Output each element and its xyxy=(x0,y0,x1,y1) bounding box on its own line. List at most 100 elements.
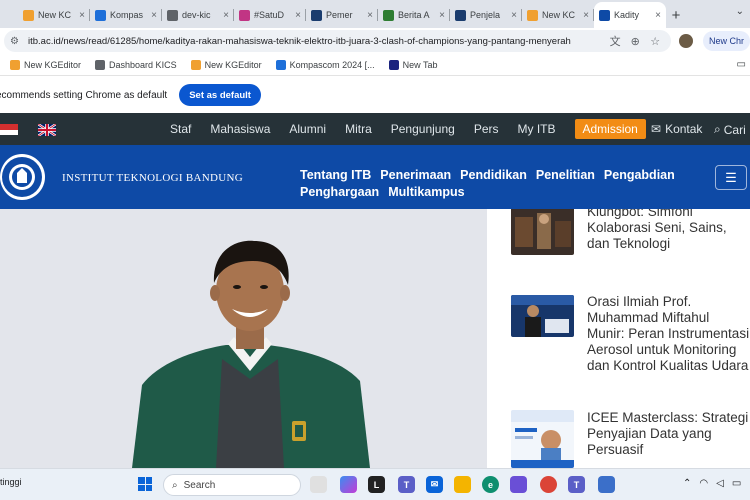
mail-icon[interactable]: ✉ xyxy=(426,476,443,493)
close-tab-icon[interactable]: × xyxy=(655,10,661,21)
utility-nav-item[interactable]: My ITB xyxy=(518,122,556,136)
article-title[interactable]: Orasi Ilmiah Prof. Muhammad Miftahul Mun… xyxy=(587,294,750,374)
taskbar-search[interactable]: ⌕ Search xyxy=(163,474,301,496)
lexicon-app-icon[interactable]: L xyxy=(368,476,385,493)
close-tab-icon[interactable]: × xyxy=(223,10,229,21)
teams-icon[interactable]: T xyxy=(568,476,585,493)
main-nav-item[interactable]: Multikampus xyxy=(388,184,464,201)
chrome-icon[interactable] xyxy=(540,476,557,493)
edge-icon[interactable]: e xyxy=(482,476,499,493)
close-tab-icon[interactable]: × xyxy=(79,10,85,21)
admission-button[interactable]: Admission xyxy=(574,119,646,139)
tab-search-icon[interactable]: ⌄ xyxy=(736,6,744,17)
task-view-icon[interactable] xyxy=(310,476,327,493)
indonesia-flag-icon[interactable] xyxy=(0,124,18,135)
bookmark-star-icon[interactable]: ☆ xyxy=(645,35,665,48)
article-thumbnail[interactable] xyxy=(511,209,574,255)
close-tab-icon[interactable]: × xyxy=(151,10,157,21)
utility-nav-item[interactable]: Alumni xyxy=(289,122,326,136)
browser-tab[interactable]: Kompas × xyxy=(90,2,162,28)
translate-icon[interactable]: 文 xyxy=(605,33,625,49)
site-info-icon[interactable]: ⚙ xyxy=(10,36,24,47)
tab-favicon-icon xyxy=(95,9,106,21)
bookmarks-overflow-icon[interactable]: ▭ xyxy=(737,59,746,70)
bookmark-item[interactable]: Dashboard KICS xyxy=(95,59,177,70)
bookmark-item[interactable]: New KGEditor xyxy=(190,59,262,70)
utility-nav-item[interactable]: Mahasiswa xyxy=(210,122,270,136)
site-utility-bar: Staf Mahasiswa Alumni Mitra Pengunjung Pers My… xyxy=(0,113,750,145)
new-chrome-button[interactable]: New Chr xyxy=(702,31,750,51)
profile-avatar[interactable] xyxy=(679,34,693,48)
utility-nav-item[interactable]: Mitra xyxy=(345,122,372,136)
close-tab-icon[interactable]: × xyxy=(439,10,445,21)
close-tab-icon[interactable]: × xyxy=(295,10,301,21)
close-tab-icon[interactable]: × xyxy=(367,10,373,21)
bookmark-label: Dashboard KICS xyxy=(109,59,177,70)
utility-nav-item[interactable]: Pengunjung xyxy=(391,122,455,136)
mail-icon: ✉ xyxy=(651,122,662,136)
utility-nav-item[interactable]: Staf xyxy=(170,122,191,136)
browser-tab[interactable]: #SatuD × xyxy=(234,2,306,28)
new-tab-button[interactable]: + xyxy=(666,2,686,28)
cari-label: Cari xyxy=(723,122,746,137)
tab-title: New KC xyxy=(38,10,72,20)
article-title[interactable]: ICEE Masterclass: Strategi Penyajian Dat… xyxy=(587,410,750,458)
browser-tab[interactable]: New KC × xyxy=(522,2,594,28)
main-nav-item[interactable]: Penghargaan xyxy=(300,184,379,201)
tab-title: dev-kic xyxy=(182,10,211,20)
close-tab-icon[interactable]: × xyxy=(511,10,517,21)
windows-start-icon[interactable] xyxy=(138,477,152,491)
main-nav-item[interactable]: Penerimaan xyxy=(380,167,451,184)
browser-tab[interactable]: Penjela × xyxy=(450,2,522,28)
notepad-icon[interactable] xyxy=(598,476,615,493)
copilot-icon[interactable] xyxy=(340,476,357,493)
article-title[interactable]: Klungbot: Simfoni Kolaborasi Seni, Sains… xyxy=(587,209,750,252)
main-nav-item[interactable]: Penelitian xyxy=(536,167,595,184)
browser-tab[interactable]: New KC × xyxy=(18,2,90,28)
main-nav-item[interactable]: Pendidikan xyxy=(460,167,527,184)
bookmark-item[interactable]: New Tab xyxy=(388,59,438,70)
main-nav: Tentang ITB Penerimaan Pendidikan Penelitia… xyxy=(300,167,700,201)
bookmarks-bar: New KGEditor Dashboard KICS New KGEditor Ko… xyxy=(0,54,750,76)
tab-title: Pemer xyxy=(326,10,353,20)
bookmark-label: Kompascom 2024 [... xyxy=(289,59,375,70)
bookmark-label: New KGEditor xyxy=(204,59,262,70)
article-thumbnail[interactable] xyxy=(511,295,574,337)
taskbar-search-placeholder: Search xyxy=(183,479,216,491)
close-tab-icon[interactable]: × xyxy=(583,10,589,21)
page-content: Klungbot: Simfoni Kolaborasi Seni, Sains… xyxy=(0,209,750,468)
wifi-icon[interactable]: ◠ xyxy=(699,478,708,489)
volume-icon[interactable]: ◁ xyxy=(716,478,724,489)
uk-flag-icon[interactable] xyxy=(38,124,56,136)
battery-icon[interactable]: ▭ xyxy=(732,478,741,489)
app-icon[interactable] xyxy=(510,476,527,493)
kontak-link[interactable]: ✉ Kontak xyxy=(651,122,702,136)
set-as-default-button[interactable]: Set as default xyxy=(179,84,261,106)
url-text[interactable]: itb.ac.id/news/read/61285/home/kaditya-r… xyxy=(24,36,605,47)
weather-label[interactable]: tinggi xyxy=(0,477,22,487)
bookmark-label: New KGEditor xyxy=(24,59,82,70)
chevron-up-icon[interactable]: ⌃ xyxy=(683,478,691,489)
main-nav-item[interactable]: Pengabdian xyxy=(604,167,675,184)
article-thumbnail[interactable] xyxy=(511,410,574,468)
browser-tab[interactable]: dev-kic × xyxy=(162,2,234,28)
itb-logo[interactable] xyxy=(0,153,48,201)
browser-tab[interactable]: Berita A × xyxy=(378,2,450,28)
system-tray[interactable]: ⌃ ◠ ◁ ▭ xyxy=(683,478,741,489)
browser-toolbar: ⚙ itb.ac.id/news/read/61285/home/kaditya… xyxy=(0,28,750,54)
tab-favicon-icon xyxy=(239,9,250,21)
address-bar[interactable]: ⚙ itb.ac.id/news/read/61285/home/kaditya… xyxy=(4,30,672,52)
zoom-icon[interactable]: ⊕ xyxy=(625,35,645,48)
browser-tab[interactable]: Kadity × xyxy=(594,2,666,28)
hamburger-menu-icon[interactable]: ☰ xyxy=(715,165,747,190)
browser-tab[interactable]: Pemer × xyxy=(306,2,378,28)
tab-title: Berita A xyxy=(398,10,430,20)
utility-nav-item[interactable]: Pers xyxy=(474,122,499,136)
teams-icon[interactable]: T xyxy=(398,476,415,493)
bookmark-item[interactable]: Kompascom 2024 [... xyxy=(275,59,375,70)
bookmark-favicon-icon xyxy=(190,59,201,70)
cari-link[interactable]: ⌕ Cari xyxy=(714,122,746,137)
main-nav-item[interactable]: Tentang ITB xyxy=(300,167,371,184)
file-explorer-icon[interactable] xyxy=(454,476,471,493)
bookmark-item[interactable]: New KGEditor xyxy=(10,59,82,70)
